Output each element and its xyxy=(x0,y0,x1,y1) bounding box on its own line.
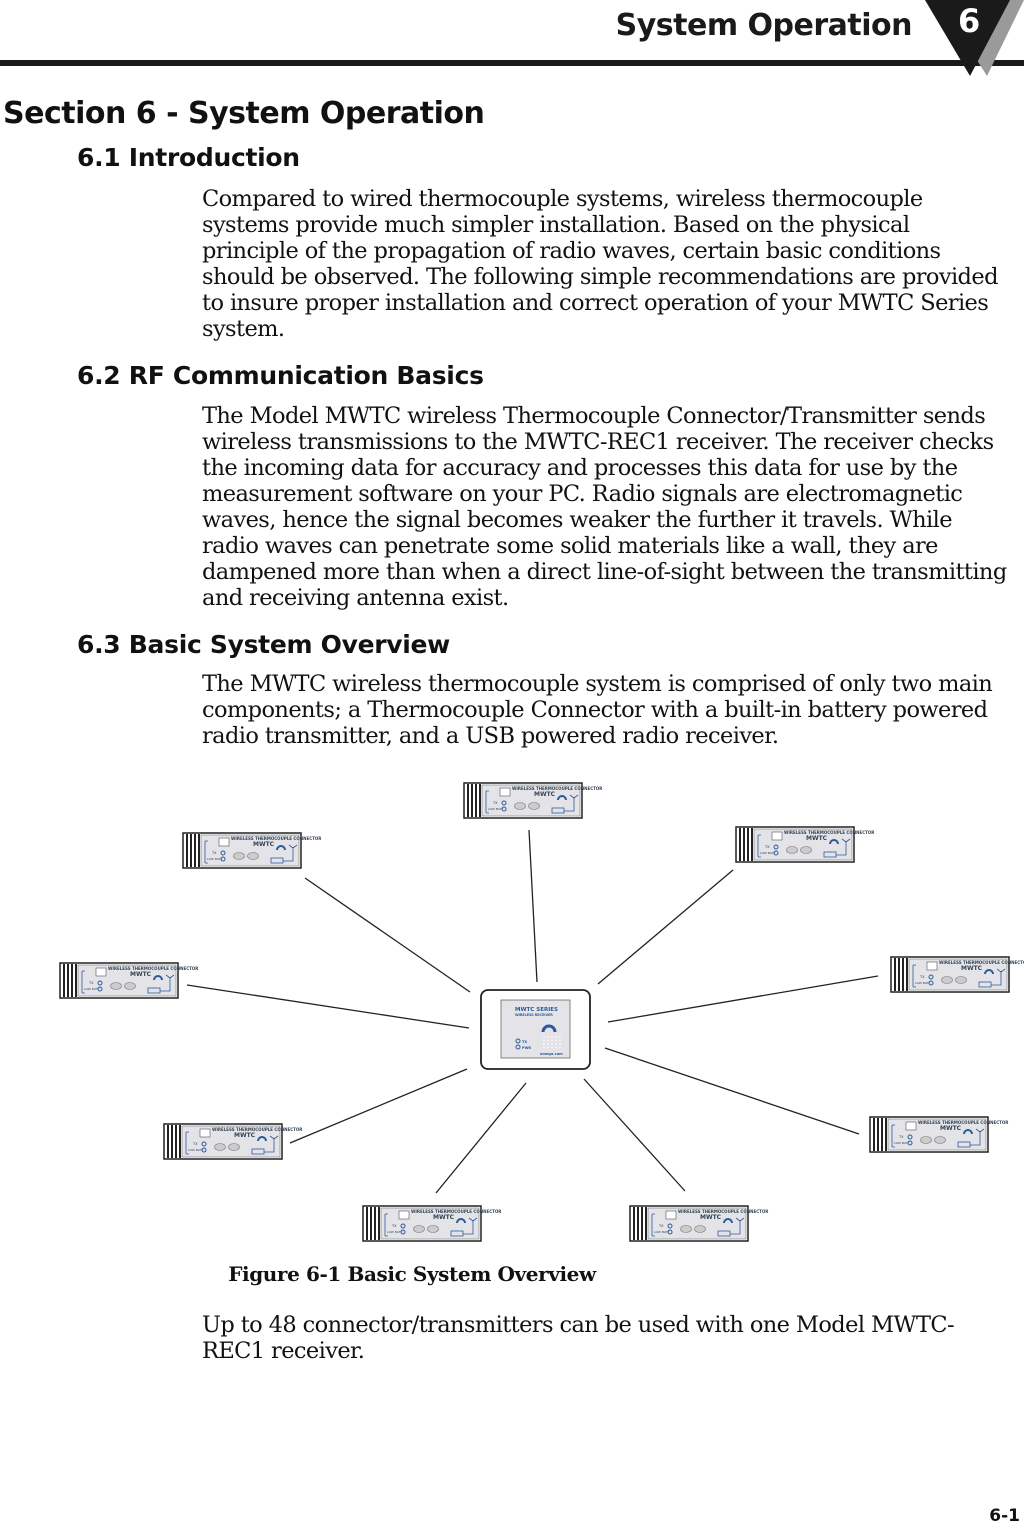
tx-led-label: TX xyxy=(898,1135,904,1139)
rf-link-line xyxy=(289,1068,468,1144)
thermocouple-pin-icon xyxy=(941,976,953,984)
tx-led-label: TX xyxy=(658,1224,664,1228)
transmitter-device: WIRELESS THERMOCOUPLE CONNECTORMWTC TX LOW… xyxy=(869,1116,1008,1153)
low-batt-led-label: LOW BATT xyxy=(654,1230,670,1234)
transmitter-model: MWTC xyxy=(534,791,556,798)
transmitter-device: WIRELESS THERMOCOUPLE CONNECTORMWTC TX LOW… xyxy=(59,962,198,999)
introduction-body: Compared to wired thermocouple systems, … xyxy=(202,186,998,342)
transmitter-model: MWTC xyxy=(961,965,983,972)
thermocouple-pin-icon xyxy=(110,982,122,990)
heading-rf-basics: 6.2 RF Communication Basics xyxy=(77,361,484,390)
receiver-tx-label: TX xyxy=(522,1040,527,1044)
receiver-subtitle: WIRELESS RECEIVER xyxy=(515,1013,553,1017)
thermocouple-pin-icon xyxy=(413,1225,425,1233)
low-batt-led-label: LOW BATT xyxy=(84,987,100,991)
low-batt-led-label: LOW BATT xyxy=(488,807,504,811)
thermocouple-pin-icon xyxy=(528,802,540,810)
thermocouple-pin-icon xyxy=(800,846,812,854)
rf-link-line xyxy=(528,829,538,983)
low-batt-led-label: LOW BATT xyxy=(760,851,776,855)
transmitter-label: WIRELESS THERMOCOUPLE CONNECTOR xyxy=(212,1127,302,1132)
rf-link-line xyxy=(604,1047,860,1135)
transmitter-label: WIRELESS THERMOCOUPLE CONNECTOR xyxy=(108,966,198,971)
thermocouple-pin-icon xyxy=(247,852,259,860)
tx-led-label: TX xyxy=(211,851,217,855)
transmitter-model: MWTC xyxy=(130,971,152,978)
figure-caption: Figure 6-1 Basic System Overview xyxy=(228,1262,596,1286)
rf-link-line xyxy=(186,984,470,1029)
transmitter-label: WIRELESS THERMOCOUPLE CONNECTOR xyxy=(784,830,874,835)
rf-link-line xyxy=(607,975,879,1023)
transmitter-device: WIRELESS THERMOCOUPLE CONNECTORMWTC TX LOW… xyxy=(362,1205,501,1242)
thermocouple-pin-icon xyxy=(427,1225,439,1233)
thermocouple-pin-icon xyxy=(920,1136,932,1144)
transmitter-model: MWTC xyxy=(234,1132,256,1139)
low-batt-led-label: LOW BATT xyxy=(188,1148,204,1152)
low-batt-led-label: LOW BATT xyxy=(207,857,223,861)
heading-system-overview: 6.3 Basic System Overview xyxy=(77,630,450,659)
receiver-pwr-label: PWR xyxy=(522,1046,531,1050)
transmitter-model: MWTC xyxy=(700,1214,722,1221)
transmitter-device: WIRELESS THERMOCOUPLE CONNECTORMWTCTXLOW… xyxy=(890,956,1024,993)
thermocouple-pin-icon xyxy=(514,802,526,810)
tx-led-label: TX xyxy=(919,975,925,979)
transmitter-label: WIRELESS THERMOCOUPLE CONNECTOR xyxy=(411,1209,501,1214)
transmitter-model: MWTC xyxy=(806,835,828,842)
footer-note: Up to 48 connector/transmitters can be u… xyxy=(202,1312,955,1364)
system-overview-figure: WIRELESS THERMOCOUPLE CONNECTORMWTCTXLOW… xyxy=(59,782,1024,1242)
transmitter-label: WIRELESS THERMOCOUPLE CONNECTOR xyxy=(678,1209,768,1214)
tx-led-label: TX xyxy=(492,801,498,805)
thermocouple-pin-icon xyxy=(214,1143,226,1151)
rf-basics-body: The Model MWTC wireless Thermocouple Con… xyxy=(202,403,1007,611)
transmitter-device: WIRELESS THERMOCOUPLE CONNECTORMWTC TX LOW… xyxy=(629,1205,768,1242)
low-batt-led-label: LOW BATT xyxy=(915,981,931,985)
rf-link-line xyxy=(304,877,471,993)
low-batt-led-label: LOW BATT xyxy=(894,1141,910,1145)
thermocouple-pin-icon xyxy=(786,846,798,854)
low-batt-led-label: LOW BATT xyxy=(387,1230,403,1234)
tx-led-label: TX xyxy=(764,845,770,849)
tx-led-label: TX xyxy=(88,981,94,985)
section-title: Section 6 - System Operation xyxy=(3,96,485,131)
thermocouple-pin-icon xyxy=(694,1225,706,1233)
tx-led-label: TX xyxy=(391,1224,397,1228)
chapter-number: 6 xyxy=(958,2,981,40)
receiver-device: MWTC SERIESWIRELESS RECEIVERTXPWRomega.c… xyxy=(480,989,591,1070)
rf-link-line xyxy=(435,1082,527,1194)
transmitter-label: WIRELESS THERMOCOUPLE CONNECTOR xyxy=(512,786,602,791)
rf-link-line xyxy=(597,869,734,985)
transmitter-device: WIRELESS THERMOCOUPLE CONNECTORMWTC TX LOW… xyxy=(163,1123,302,1160)
system-overview-body: The MWTC wireless thermocouple system is… xyxy=(202,671,993,749)
transmitter-device: WIRELESS THERMOCOUPLE CONNECTORMWTC TX LOW… xyxy=(182,832,321,869)
transmitter-label: WIRELESS THERMOCOUPLE CONNECTOR xyxy=(918,1120,1008,1125)
thermocouple-pin-icon xyxy=(955,976,967,984)
thermocouple-pin-icon xyxy=(124,982,136,990)
thermocouple-pin-icon xyxy=(228,1143,240,1151)
transmitter-device: WIRELESS THERMOCOUPLE CONNECTORMWTC TX LOW… xyxy=(463,782,602,819)
transmitter-label: WIRELESS THERMOCOUPLE CONNECTOR xyxy=(231,836,321,841)
transmitter-device: WIRELESS THERMOCOUPLE CONNECTORMWTC TX LOW… xyxy=(735,826,874,863)
receiver-brand: omega.com xyxy=(540,1052,563,1056)
page-number: 6-1 xyxy=(989,1506,1020,1526)
thermocouple-pin-icon xyxy=(233,852,245,860)
transmitter-model: MWTC xyxy=(253,841,275,848)
transmitter-model: MWTC xyxy=(940,1125,962,1132)
header-title: System Operation xyxy=(615,8,913,43)
header-rule xyxy=(0,60,1024,66)
heading-introduction: 6.1 Introduction xyxy=(77,143,300,172)
thermocouple-pin-icon xyxy=(680,1225,692,1233)
tx-led-label: TX xyxy=(192,1142,198,1146)
thermocouple-pin-icon xyxy=(934,1136,946,1144)
transmitter-model: MWTC xyxy=(433,1214,455,1221)
rf-link-line xyxy=(583,1078,686,1192)
